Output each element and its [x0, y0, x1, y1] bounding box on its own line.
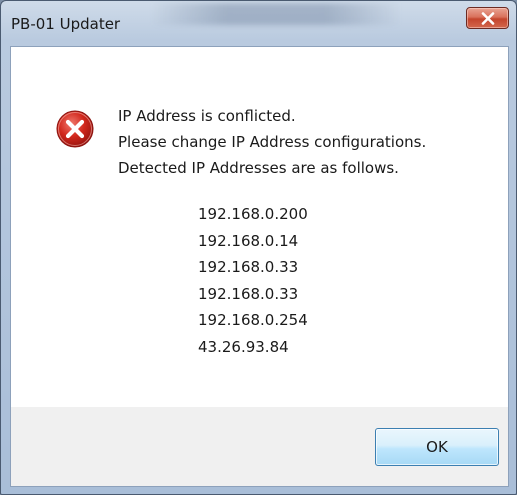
ip-address-item: 192.168.0.254 — [198, 311, 308, 330]
ip-address-item: 192.168.0.33 — [198, 284, 299, 303]
ip-address-item: 192.168.0.14 — [198, 231, 299, 250]
error-icon — [56, 110, 94, 148]
dialog-content: IP Address is conflicted. Please change … — [10, 46, 509, 487]
message-line: Please change IP Address configurations. — [118, 133, 427, 151]
close-icon — [481, 11, 494, 25]
message-line: Detected IP Addresses are as follows. — [118, 159, 399, 177]
ip-address-item: 43.26.93.84 — [198, 337, 289, 356]
ok-button[interactable]: OK — [375, 428, 499, 466]
button-bar: OK — [11, 407, 508, 486]
window-title: PB-01 Updater — [11, 15, 121, 33]
error-message: IP Address is conflicted. Please change … — [118, 103, 426, 181]
dialog-window: PB-01 Updater IP Address is conflicted. … — [0, 0, 517, 495]
titlebar-background — [151, 3, 401, 25]
ip-address-item: 192.168.0.200 — [198, 205, 308, 223]
ip-address-item: 192.168.0.33 — [198, 258, 299, 277]
message-line: IP Address is conflicted. — [118, 107, 296, 125]
ip-address-list: 192.168.0.200 192.168.0.14 192.168.0.33 … — [198, 201, 308, 361]
close-button[interactable] — [466, 7, 509, 29]
